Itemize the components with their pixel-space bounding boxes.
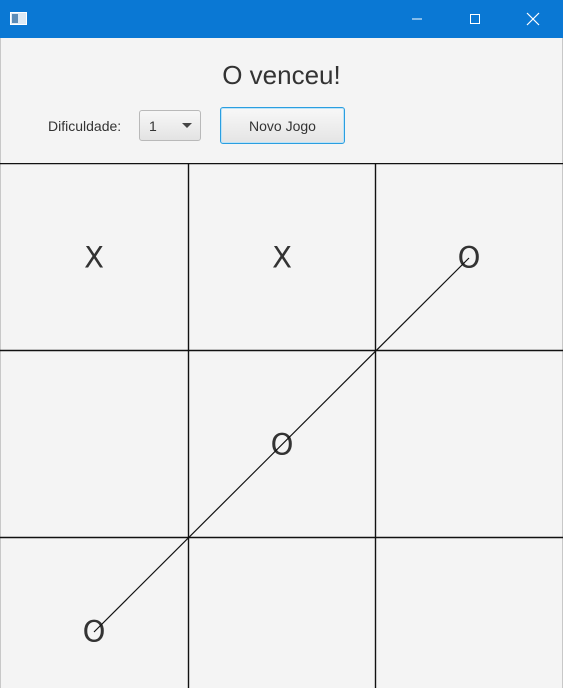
difficulty-select[interactable]: 1: [139, 110, 201, 141]
board-cell-2[interactable]: X: [188, 163, 375, 350]
maximize-button[interactable]: [447, 0, 503, 38]
minimize-button[interactable]: [389, 0, 445, 38]
maximize-icon: [470, 14, 480, 24]
app-icon: [10, 12, 27, 25]
cell-mark: O: [270, 427, 294, 462]
board-cell-6[interactable]: [375, 350, 563, 537]
close-button[interactable]: [505, 0, 561, 38]
board-cell-8[interactable]: [188, 537, 375, 688]
cell-mark: O: [82, 614, 106, 649]
board-cell-7[interactable]: O: [0, 537, 188, 688]
board-cell-5[interactable]: O: [188, 350, 375, 537]
game-board: X X O O O: [0, 163, 563, 688]
board-cell-1[interactable]: X: [0, 163, 188, 350]
game-status: O venceu!: [222, 60, 341, 90]
board-cell-3[interactable]: O: [375, 163, 563, 350]
cell-mark: X: [272, 240, 292, 275]
difficulty-value: 1: [149, 118, 157, 134]
new-game-button[interactable]: Novo Jogo: [220, 107, 345, 144]
cell-mark: O: [457, 240, 481, 275]
chevron-down-icon: [182, 123, 192, 128]
title-bar[interactable]: [0, 0, 563, 38]
minimize-icon: [412, 18, 422, 20]
difficulty-label: Dificuldade:: [48, 118, 122, 134]
board-cell-4[interactable]: [0, 350, 188, 537]
board-cell-9[interactable]: [375, 537, 563, 688]
close-icon: [526, 12, 540, 26]
cell-mark: X: [84, 240, 104, 275]
